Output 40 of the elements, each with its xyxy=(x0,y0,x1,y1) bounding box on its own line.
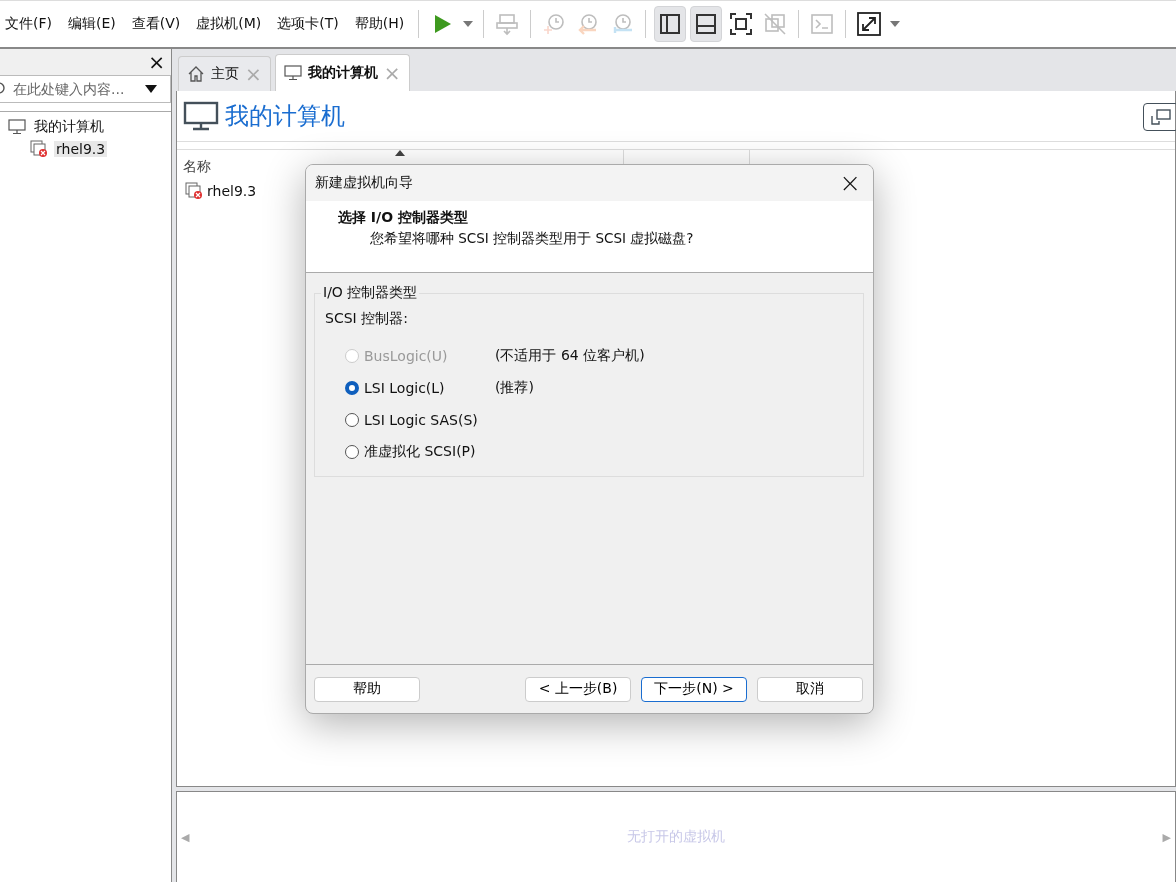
close-icon[interactable]: × xyxy=(148,52,165,72)
windows-icon xyxy=(1150,108,1172,126)
table-cell: rhel9.3 xyxy=(207,183,257,199)
vm-icon xyxy=(185,182,203,200)
radio-option[interactable]: LSI Logic(L) xyxy=(345,380,495,396)
restore-button[interactable] xyxy=(1143,103,1176,131)
monitor-icon xyxy=(8,119,26,135)
field-label: SCSI 控制器: xyxy=(325,310,409,328)
dialog-button[interactable]: 取消 xyxy=(757,676,863,702)
tree-item[interactable]: rhel9.3 xyxy=(54,141,108,157)
option-note: (推荐) xyxy=(495,379,534,397)
menu-item[interactable]: 选项卡(T) xyxy=(269,15,347,33)
sort-icon xyxy=(395,150,405,156)
group-title: I/O 控制器类型 xyxy=(321,284,420,302)
menu-item[interactable]: 虚拟机(M) xyxy=(188,15,270,33)
search-field[interactable]: 在此处键入内容... xyxy=(0,75,171,103)
tree-item[interactable]: 我的计算机 xyxy=(32,118,106,136)
vm-icon xyxy=(30,140,48,158)
tab[interactable]: 我的计算机 × xyxy=(274,54,410,91)
caret-icon[interactable] xyxy=(145,85,157,93)
dialog-button[interactable]: < 上一步(B) xyxy=(525,676,631,702)
monitor-icon xyxy=(283,65,302,81)
radio-option[interactable]: 准虚拟化 SCSI(P) xyxy=(345,443,495,461)
step-description: 您希望将哪种 SCSI 控制器类型用于 SCSI 虚拟磁盘? xyxy=(369,230,695,248)
close-icon[interactable]: × xyxy=(839,170,861,196)
dialog-title: 新建虚拟机向导 xyxy=(315,174,413,192)
home-icon xyxy=(187,65,205,83)
page-title: 我的计算机 xyxy=(225,101,345,132)
menu-item[interactable]: 帮助(H) xyxy=(346,15,413,33)
radio-option[interactable]: LSI Logic SAS(S) xyxy=(345,412,495,428)
step-heading: 选择 I/O 控制器类型 xyxy=(338,209,469,227)
search-icon xyxy=(0,82,7,96)
dialog-button[interactable]: 下一步(N) > xyxy=(641,676,747,702)
menu-item[interactable]: 文件(F) xyxy=(0,15,60,33)
menu-item[interactable]: 编辑(E) xyxy=(60,15,124,33)
dialog-button[interactable]: 帮助 xyxy=(314,676,420,702)
option-note: (不适用于 64 位客户机) xyxy=(495,347,645,365)
tab[interactable]: 主页 × xyxy=(178,56,271,91)
monitor-icon xyxy=(183,101,219,131)
menu-item[interactable]: 查看(V) xyxy=(123,15,189,33)
